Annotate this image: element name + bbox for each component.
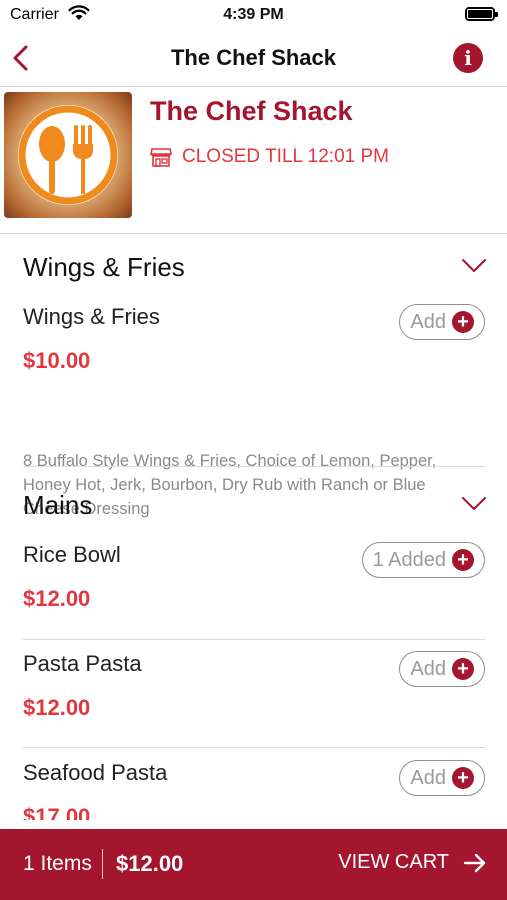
restaurant-status: CLOSED TILL 12:01 PM [150, 146, 389, 168]
divider [23, 466, 485, 467]
restaurant-name: The Chef Shack [150, 96, 353, 126]
section-header-mains[interactable]: Mains [0, 472, 507, 532]
divider [102, 849, 103, 879]
chevron-down-icon[interactable] [461, 258, 487, 274]
item-price: $12.00 [23, 695, 91, 720]
section-title: Mains [23, 490, 93, 520]
add-button-label: Add [410, 657, 446, 680]
view-cart-button[interactable]: VIEW CART [338, 851, 487, 874]
chevron-down-icon[interactable] [461, 496, 487, 512]
cart-bar[interactable]: 1 Items $12.00 VIEW CART [0, 829, 507, 900]
navigation-bar: The Chef Shack i [0, 32, 507, 87]
item-price: $10.00 [23, 348, 91, 373]
menu-item[interactable]: Wings & Fries $10.00 8 Buffalo Style Win… [0, 304, 507, 518]
add-button[interactable]: Add + [399, 651, 485, 687]
add-button-label: Add [410, 766, 446, 789]
menu-item[interactable]: Rice Bowl $12.00 1 Added + [0, 542, 507, 632]
view-cart-label: VIEW CART [338, 851, 449, 873]
cart-total: $12.00 [116, 851, 184, 876]
item-price: $17.00 [23, 804, 91, 820]
plus-icon: + [452, 767, 474, 789]
status-text: CLOSED TILL 12:01 PM [182, 146, 389, 167]
status-time: 4:39 PM [223, 6, 284, 23]
info-icon: i [464, 46, 472, 70]
item-name: Rice Bowl [23, 542, 121, 567]
cart-item-count: 1 Items [23, 852, 92, 875]
add-button-label: Add [410, 310, 446, 333]
menu-item[interactable]: Pasta Pasta $12.00 Add + [0, 651, 507, 741]
add-button[interactable]: Add + [399, 304, 485, 340]
plus-icon: + [452, 311, 474, 333]
page-title: The Chef Shack [170, 45, 337, 70]
status-bar: Carrier 4:39 PM [0, 0, 507, 32]
item-price: $12.00 [23, 586, 91, 611]
section-header-wings-fries[interactable]: Wings & Fries [0, 234, 507, 294]
divider [23, 639, 485, 640]
restaurant-logo [4, 92, 132, 218]
item-name: Pasta Pasta [23, 651, 142, 676]
plus-icon: + [452, 658, 474, 680]
section-title: Wings & Fries [23, 252, 185, 282]
restaurant-header: The Chef Shack CLOSED TILL 12:01 PM [0, 88, 507, 234]
plus-icon: + [452, 549, 474, 571]
menu-list[interactable]: Wings & Fries Wings & Fries $10.00 8 Buf… [0, 234, 507, 820]
chevron-left-icon [13, 45, 28, 71]
store-icon [150, 148, 172, 167]
menu-item[interactable]: Seafood Pasta $17.00 Add + [0, 760, 507, 820]
add-button-label: 1 Added [372, 548, 446, 571]
battery-icon [465, 7, 498, 21]
back-button[interactable] [8, 42, 38, 74]
add-button[interactable]: 1 Added + [361, 542, 485, 578]
item-name: Wings & Fries [23, 304, 160, 329]
add-button[interactable]: Add + [399, 760, 485, 796]
divider [23, 747, 485, 748]
arrow-right-icon [463, 853, 486, 872]
item-name: Seafood Pasta [23, 760, 168, 785]
info-button[interactable]: i [453, 43, 483, 73]
